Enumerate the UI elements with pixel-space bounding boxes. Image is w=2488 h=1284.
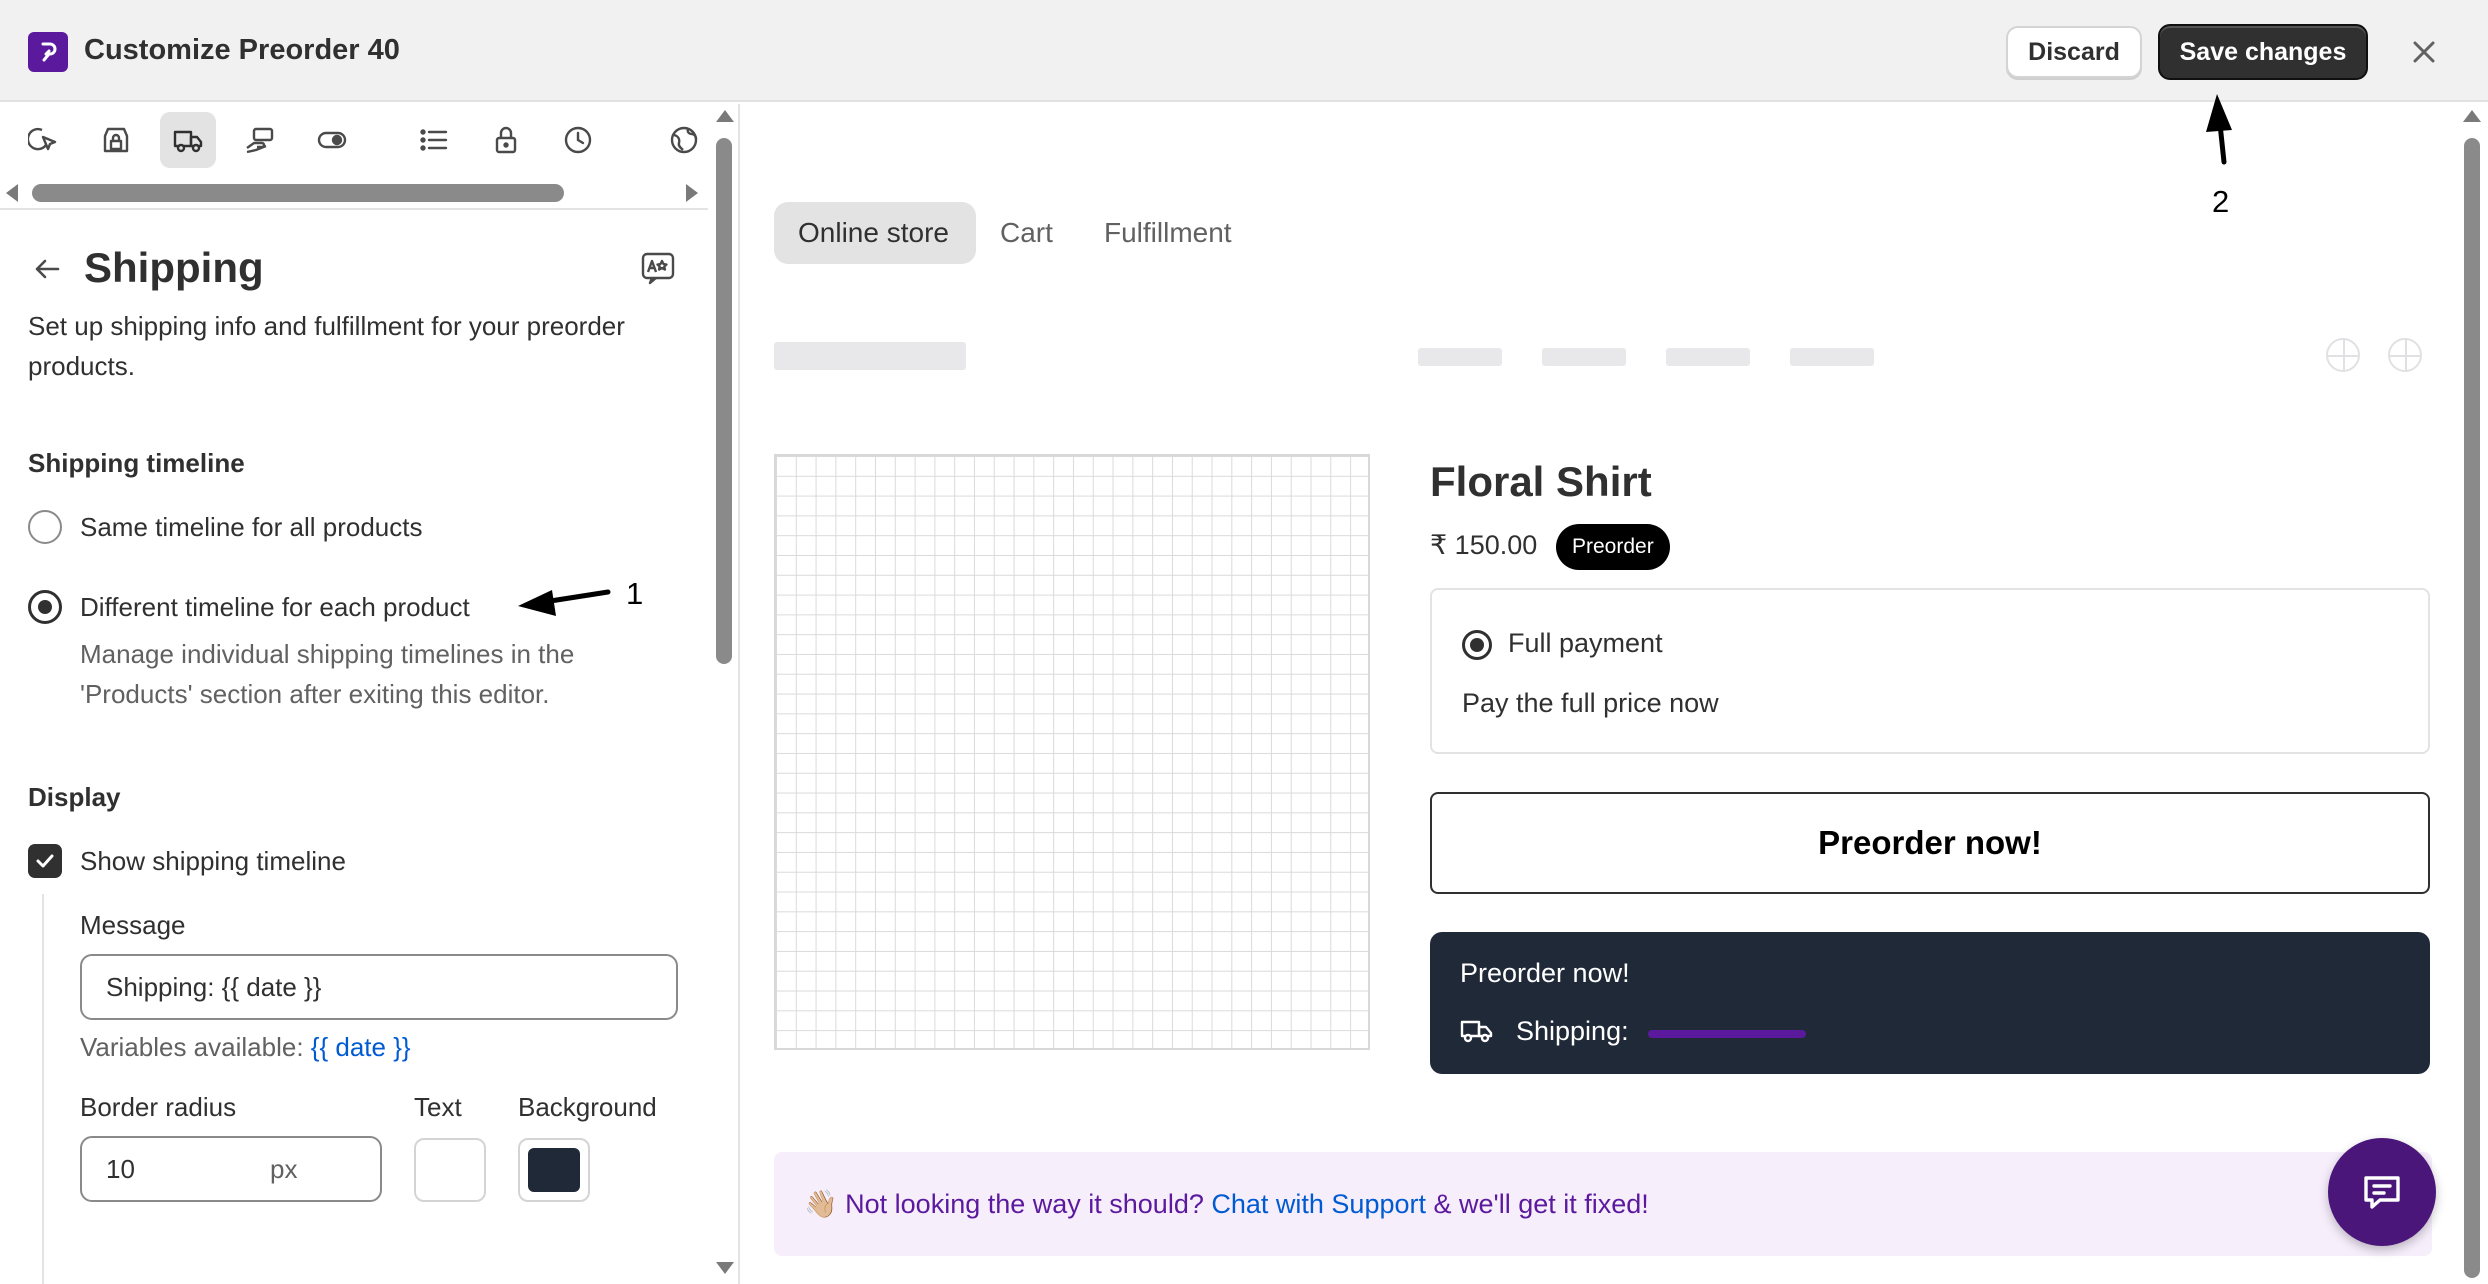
annotation-arrows — [518, 94, 2232, 616]
annotation-label-1: 1 — [626, 576, 644, 611]
app-window: Customize Preorder 40 Discard Save chang… — [0, 0, 2488, 1284]
annotation-label-2: 2 — [2212, 184, 2230, 219]
annotation-arrow-2 — [2206, 94, 2232, 165]
annotation-arrow-1 — [518, 589, 611, 616]
